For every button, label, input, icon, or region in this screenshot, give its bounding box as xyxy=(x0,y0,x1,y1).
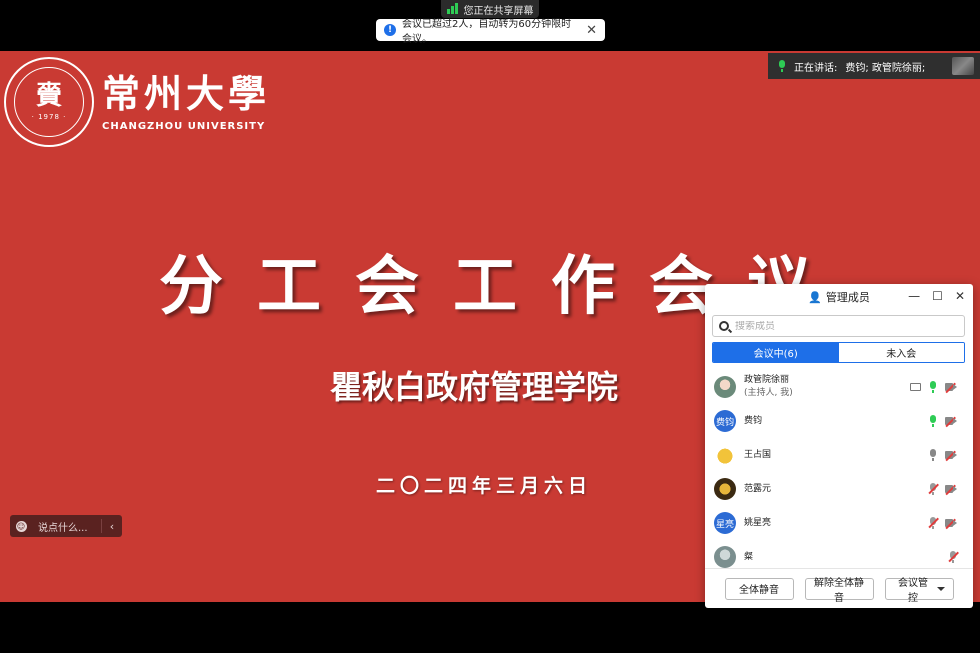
users-icon: 👤 xyxy=(808,290,822,304)
member-name-block: 范露元 xyxy=(744,483,771,496)
speaking-label: 正在讲话: xyxy=(794,62,838,74)
panel-footer: 全体静音 解除全体静音 会议管控 xyxy=(705,568,973,608)
logo-glyph: 賫 xyxy=(35,81,62,111)
member-management-panel: 👤 管理成员 — ☐ ✕ 会议中(6) 未入会 政管院徐丽 (主持人, 我) 费钧费… xyxy=(705,284,973,608)
notice-text: 会议已超过2人，自动转为60分钟限时会议。 xyxy=(402,19,572,45)
notice-close-icon[interactable]: ✕ xyxy=(586,23,597,38)
mute-all-button[interactable]: 全体静音 xyxy=(724,577,794,600)
avatar xyxy=(714,478,736,500)
mic-icon[interactable] xyxy=(929,415,937,427)
emoji-icon[interactable]: ☺ xyxy=(10,520,32,532)
member-list: 政管院徐丽 (主持人, 我) 费钧 费钧王占国范露元星亮 姚星亮粲 xyxy=(705,370,973,568)
avatar: 费钧 xyxy=(714,410,736,432)
info-icon: ! xyxy=(384,24,396,36)
panel-header: 👤 管理成员 — ☐ ✕ xyxy=(705,284,973,310)
speaking-names: 费钧; 政管院徐丽; xyxy=(845,62,926,74)
member-search-input[interactable] xyxy=(735,320,935,332)
tab-not-joined[interactable]: 未入会 xyxy=(838,343,964,362)
meeting-control-label: 会议管控 xyxy=(898,577,928,604)
camera-off-icon[interactable] xyxy=(945,518,957,529)
university-name-en: CHANGZHOU UNIVERSITY xyxy=(102,121,266,132)
avatar: 星亮 xyxy=(714,512,736,534)
mic-muted-icon[interactable] xyxy=(928,517,939,529)
speaker-avatar xyxy=(952,57,974,75)
maximize-icon[interactable]: ☐ xyxy=(932,289,943,303)
collapse-chevron-icon[interactable]: ‹ xyxy=(102,520,122,533)
avatar xyxy=(714,444,736,466)
screen-share-icon xyxy=(910,383,921,391)
unmute-all-button[interactable]: 解除全体静音 xyxy=(804,577,874,604)
member-row[interactable]: 王占国 xyxy=(705,438,973,472)
chat-placeholder[interactable]: 说点什么... xyxy=(32,519,98,534)
avatar xyxy=(714,376,736,398)
university-name-cn: 常州大學 xyxy=(102,71,271,116)
avatar xyxy=(714,546,736,568)
logo-year: · 1978 · xyxy=(31,113,67,121)
panel-title: 管理成员 xyxy=(825,291,870,304)
member-name: 范露元 xyxy=(744,483,772,494)
member-name: 政管院徐丽 xyxy=(744,375,790,385)
member-name: 姚星亮 xyxy=(744,517,772,528)
close-icon[interactable]: ✕ xyxy=(955,289,965,303)
camera-off-icon[interactable] xyxy=(945,382,957,393)
member-name-block: 政管院徐丽 (主持人, 我) xyxy=(744,374,793,400)
time-limit-notice: ! 会议已超过2人，自动转为60分钟限时会议。 ✕ xyxy=(376,19,605,45)
member-name: 王占国 xyxy=(744,449,772,460)
meeting-screen: 您正在共享屏幕 ! 会议已超过2人，自动转为60分钟限时会议。 ✕ 賫 · 19… xyxy=(0,0,980,653)
member-row[interactable]: 粲 xyxy=(705,540,973,568)
slide-date: 二〇二四年三月六日 xyxy=(376,475,593,497)
member-row[interactable]: 星亮 姚星亮 xyxy=(705,506,973,540)
mic-muted-icon[interactable] xyxy=(948,551,959,563)
member-name: 粲 xyxy=(744,551,754,562)
mic-muted-icon[interactable] xyxy=(928,483,939,495)
camera-off-icon[interactable] xyxy=(945,416,957,427)
speaking-indicator: 正在讲话: 费钧; 政管院徐丽; xyxy=(768,53,980,79)
chat-input-pill[interactable]: ☺ 说点什么... ‹ xyxy=(10,515,122,537)
mic-active-icon xyxy=(778,60,786,72)
meeting-control-button[interactable]: 会议管控 xyxy=(884,577,954,604)
member-row[interactable]: 政管院徐丽 (主持人, 我) xyxy=(705,370,973,404)
camera-off-icon[interactable] xyxy=(945,484,957,495)
tab-in-meeting[interactable]: 会议中(6) xyxy=(713,343,839,362)
member-name-block: 粲 xyxy=(744,551,753,564)
university-logo: 賫 · 1978 · xyxy=(4,57,94,147)
member-role: (主持人, 我) xyxy=(744,388,793,398)
signal-bars-icon xyxy=(446,3,458,14)
member-name-block: 王占国 xyxy=(744,449,771,462)
member-row[interactable]: 范露元 xyxy=(705,472,973,506)
mic-icon[interactable] xyxy=(929,449,937,461)
member-name-block: 姚星亮 xyxy=(744,517,771,530)
member-search[interactable] xyxy=(712,315,965,337)
member-tabs: 会议中(6) 未入会 xyxy=(712,342,965,363)
search-icon xyxy=(719,321,729,331)
minimize-icon[interactable]: — xyxy=(908,289,920,303)
member-row[interactable]: 费钧 费钧 xyxy=(705,404,973,438)
caret-down-icon xyxy=(936,586,945,591)
member-name: 费钧 xyxy=(744,415,763,426)
member-name-block: 费钧 xyxy=(744,415,762,428)
slide-subtitle: 瞿秋白政府管理学院 xyxy=(330,368,619,406)
mic-icon[interactable] xyxy=(929,381,937,393)
camera-off-icon[interactable] xyxy=(945,450,957,461)
